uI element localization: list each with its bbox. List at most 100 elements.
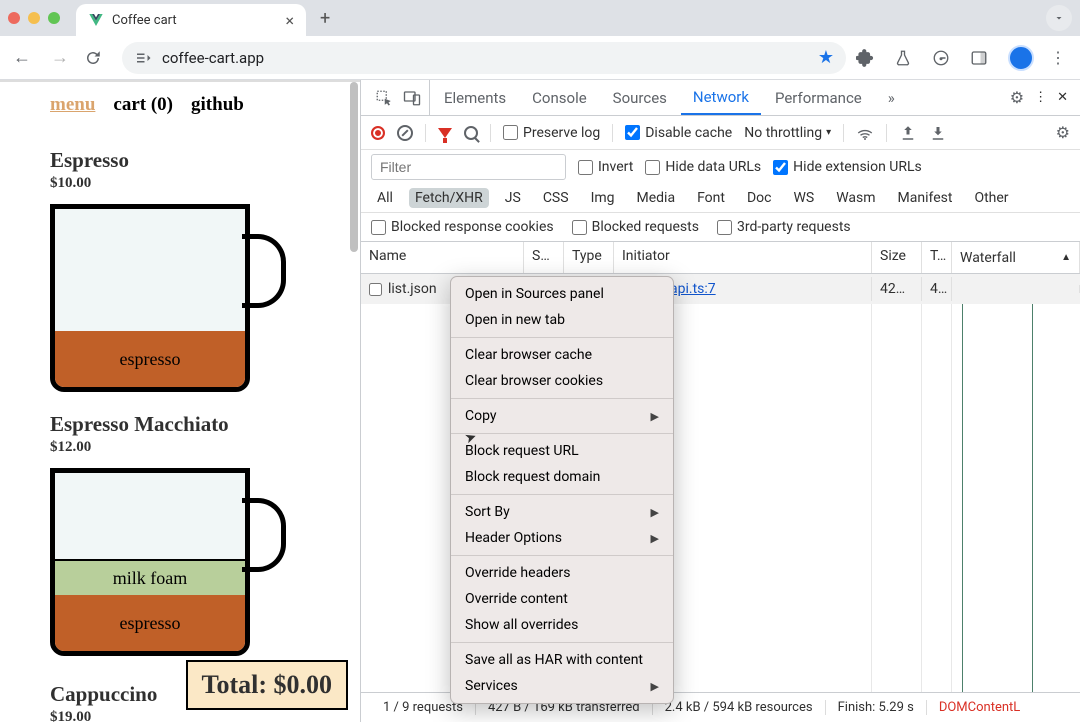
more-tabs-icon[interactable]: » <box>876 80 907 115</box>
tabs-dropdown-icon[interactable] <box>1046 5 1072 31</box>
site-settings-icon[interactable] <box>134 49 152 67</box>
preserve-log-checkbox[interactable]: Preserve log <box>503 125 600 141</box>
blocked-requests-checkbox[interactable]: Blocked requests <box>572 219 699 235</box>
type-manifest[interactable]: Manifest <box>892 188 959 208</box>
disable-cache-checkbox[interactable]: Disable cache <box>625 125 732 141</box>
nav-menu[interactable]: menu <box>50 94 95 116</box>
ctx-copy[interactable]: Copy▶ <box>451 403 673 429</box>
ctx-save-har[interactable]: Save all as HAR with content <box>451 647 673 673</box>
tab-network[interactable]: Network <box>681 80 761 115</box>
network-toolbar: Preserve log Disable cache No throttling… <box>361 116 1080 150</box>
maximize-window-icon[interactable] <box>48 12 60 24</box>
upload-har-icon[interactable] <box>899 124 917 142</box>
ctx-services[interactable]: Services▶ <box>451 673 673 699</box>
type-font[interactable]: Font <box>691 188 731 208</box>
type-img[interactable]: Img <box>585 188 621 208</box>
labs-flask-icon[interactable] <box>894 49 922 67</box>
profile-avatar[interactable] <box>1008 45 1034 71</box>
forward-button[interactable]: → <box>46 47 74 68</box>
invert-checkbox[interactable]: Invert <box>578 159 633 175</box>
type-media[interactable]: Media <box>631 188 682 208</box>
close-window-icon[interactable] <box>8 12 20 24</box>
col-size[interactable]: Size <box>872 242 922 273</box>
ctx-open-sources[interactable]: Open in Sources panel <box>451 281 673 307</box>
ctx-open-new-tab[interactable]: Open in new tab <box>451 307 673 333</box>
blocked-requests-label: Blocked requests <box>592 219 699 235</box>
ctx-block-url[interactable]: Block request URL <box>451 438 673 464</box>
throttling-select[interactable]: No throttling▾ <box>744 125 831 141</box>
search-icon[interactable] <box>464 126 478 140</box>
total-badge[interactable]: Total: $0.00 <box>186 660 349 710</box>
settings-gear-icon[interactable]: ⚙ <box>1010 88 1024 107</box>
ctx-clear-cookies[interactable]: Clear browser cookies <box>451 368 673 394</box>
back-button[interactable]: ← <box>8 47 36 68</box>
kebab-menu-icon[interactable]: ⋮ <box>1044 48 1072 67</box>
google-search-icon[interactable] <box>932 49 960 67</box>
tab-sources[interactable]: Sources <box>601 80 679 115</box>
close-tab-icon[interactable]: × <box>285 11 294 30</box>
reload-button[interactable] <box>84 49 112 67</box>
url-text: coffee-cart.app <box>162 49 808 67</box>
close-devtools-icon[interactable]: ✕ <box>1057 90 1068 105</box>
record-button[interactable] <box>371 126 385 140</box>
ctx-copy-label: Copy <box>465 408 497 424</box>
ctx-sort-by[interactable]: Sort By▶ <box>451 499 673 525</box>
row-checkbox[interactable] <box>369 283 382 296</box>
filter-toggle-icon[interactable] <box>438 128 452 138</box>
network-conditions-icon[interactable] <box>856 124 874 142</box>
extensions-icon[interactable] <box>856 49 884 67</box>
third-party-checkbox[interactable]: 3rd-party requests <box>717 219 851 235</box>
url-field[interactable]: coffee-cart.app ★ <box>122 42 846 74</box>
cup-illustration[interactable]: espresso <box>50 204 268 394</box>
address-bar: ← → coffee-cart.app ★ ⋮ <box>0 36 1080 80</box>
device-toggle-icon[interactable] <box>403 89 421 107</box>
status-resources: 2.4 kB / 594 kB resources <box>653 700 826 715</box>
type-other[interactable]: Other <box>968 188 1014 208</box>
tab-console[interactable]: Console <box>520 80 599 115</box>
type-ws[interactable]: WS <box>787 188 820 208</box>
hide-data-urls-label: Hide data URLs <box>665 159 761 175</box>
tab-elements[interactable]: Elements <box>432 80 518 115</box>
download-har-icon[interactable] <box>929 124 947 142</box>
col-time[interactable]: T… <box>922 242 952 273</box>
nav-cart[interactable]: cart (0) <box>113 94 173 116</box>
type-fetch-xhr[interactable]: Fetch/XHR <box>409 188 489 208</box>
type-wasm[interactable]: Wasm <box>830 188 881 208</box>
product-title: Espresso <box>50 148 350 173</box>
ctx-override-content[interactable]: Override content <box>451 586 673 612</box>
tab-performance[interactable]: Performance <box>763 80 874 115</box>
new-tab-button[interactable]: + <box>314 8 336 29</box>
hide-data-urls-checkbox[interactable]: Hide data URLs <box>645 159 761 175</box>
devtools-kebab-icon[interactable]: ⋮ <box>1034 90 1047 105</box>
side-panel-icon[interactable] <box>970 49 998 67</box>
ctx-override-headers[interactable]: Override headers <box>451 560 673 586</box>
col-type[interactable]: Type <box>564 242 614 273</box>
nav-github[interactable]: github <box>191 94 244 116</box>
ctx-clear-cache[interactable]: Clear browser cache <box>451 342 673 368</box>
col-name[interactable]: Name <box>361 242 524 273</box>
col-waterfall[interactable]: Waterfall▲ <box>952 242 1080 273</box>
cup-illustration[interactable]: milk foam espresso <box>50 468 268 658</box>
inspect-element-icon[interactable] <box>375 89 393 107</box>
ctx-block-domain[interactable]: Block request domain <box>451 464 673 490</box>
network-settings-icon[interactable]: ⚙ <box>1056 123 1070 142</box>
page-scrollbar[interactable] <box>348 82 360 722</box>
type-doc[interactable]: Doc <box>741 188 778 208</box>
browser-tab[interactable]: Coffee cart × <box>76 4 306 36</box>
network-table-header: Name S… Type Initiator Size T… Waterfall… <box>361 242 1080 274</box>
hide-ext-urls-checkbox[interactable]: Hide extension URLs <box>773 159 922 175</box>
type-css[interactable]: CSS <box>537 188 575 208</box>
chevron-right-icon: ▶ <box>651 532 659 545</box>
type-all[interactable]: All <box>371 188 399 208</box>
ctx-header-options[interactable]: Header Options▶ <box>451 525 673 551</box>
blocked-response-cookies-checkbox[interactable]: Blocked response cookies <box>371 219 554 235</box>
col-status[interactable]: S… <box>524 242 564 273</box>
ctx-clear-cache-label: Clear browser cache <box>465 347 592 363</box>
minimize-window-icon[interactable] <box>28 12 40 24</box>
ctx-show-overrides[interactable]: Show all overrides <box>451 612 673 638</box>
col-initiator[interactable]: Initiator <box>614 242 872 273</box>
type-js[interactable]: JS <box>499 188 527 208</box>
filter-input[interactable] <box>371 154 566 180</box>
bookmark-star-icon[interactable]: ★ <box>818 47 834 68</box>
clear-button[interactable] <box>397 125 413 141</box>
